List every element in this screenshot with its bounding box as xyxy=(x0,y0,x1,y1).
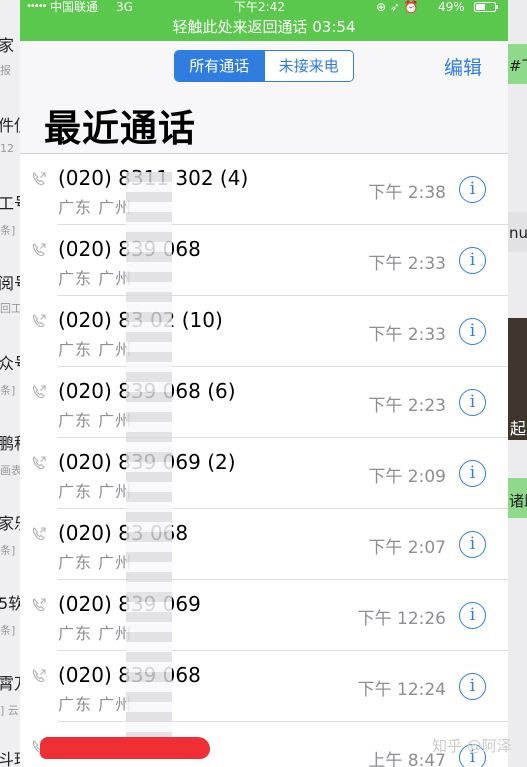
call-filter-segmented-control[interactable]: 所有通话 未接来电 xyxy=(174,50,354,82)
info-circle-icon[interactable]: i xyxy=(459,389,486,416)
call-row[interactable]: (020) 839 068 广东 广州 下午 2:33 i xyxy=(20,225,508,296)
privacy-mosaic xyxy=(126,172,172,747)
call-row[interactable]: (020) 83 068 广东 广州 下午 2:07 i xyxy=(20,509,508,580)
call-time: 下午 12:24 xyxy=(357,680,446,700)
handset-outgoing-icon xyxy=(32,456,46,470)
carrier-name: 中国联通 xyxy=(50,0,99,14)
call-location: 广东 广州 xyxy=(58,198,133,217)
call-time: 下午 2:23 xyxy=(368,396,446,416)
background-chat-right: #下 nua 起 诸邱 xyxy=(508,0,527,767)
bg-fragment: 画表 xyxy=(0,464,20,477)
bg-fragment: 斗玕 xyxy=(0,750,20,767)
network-type: 3G xyxy=(116,0,133,14)
call-row[interactable]: (020) 839 068 (6) 广东 广州 下午 2:23 i xyxy=(20,367,508,438)
battery-percent: 49% xyxy=(438,0,465,14)
info-circle-icon[interactable]: i xyxy=(459,247,486,274)
call-time: 下午 2:07 xyxy=(368,538,446,558)
bg-fragment: 条] xyxy=(0,624,16,637)
call-location: 广东 广州 xyxy=(58,269,133,288)
tab-all-calls[interactable]: 所有通话 xyxy=(175,51,264,81)
status-icons: ⊕ ➶ ⏰ xyxy=(376,0,419,14)
handset-outgoing-icon xyxy=(32,598,46,612)
bg-fragment: 众号 xyxy=(0,354,20,373)
bg-fragment: 5软 xyxy=(0,594,20,613)
info-circle-icon[interactable]: i xyxy=(459,176,486,203)
handset-outgoing-icon xyxy=(32,385,46,399)
bg-fragment: 阅号 xyxy=(0,274,20,293)
call-time: 下午 2:33 xyxy=(368,325,446,345)
handset-outgoing-icon xyxy=(32,243,46,257)
bg-fragment: 条] xyxy=(0,544,16,557)
recent-calls-list[interactable]: (020) 8311 302 (4) 广东 广州 下午 2:38 i (020)… xyxy=(20,154,508,767)
info-circle-icon[interactable]: i xyxy=(459,531,486,558)
watermark: 知乎 @阿泽 xyxy=(432,737,512,755)
bg-fragment: 条] xyxy=(0,224,16,237)
bg-fragment: #下 xyxy=(509,57,527,75)
call-row[interactable]: (020) 8311 302 (4) 广东 广州 下午 2:38 i xyxy=(20,154,508,225)
bg-fragment: nua xyxy=(509,224,527,242)
tab-missed-calls[interactable]: 未接来电 xyxy=(263,51,353,81)
call-location: 广东 广州 xyxy=(58,624,133,643)
call-location: 广东 广州 xyxy=(58,340,133,359)
background-chat-list-left: 家 报 件偵 12 工号 条] 阅号 回工 众号 条] 鹏程 画表 家乐 条] … xyxy=(0,0,20,767)
info-circle-icon[interactable]: i xyxy=(459,673,486,700)
bg-fragment: 条] xyxy=(0,384,16,397)
call-location: 广东 广州 xyxy=(58,482,133,501)
call-row[interactable]: (020) 839 069 广东 广州 下午 12:26 i xyxy=(20,580,508,651)
call-location: 广东 广州 xyxy=(58,553,133,572)
bg-fragment: 报 xyxy=(0,64,11,77)
status-bar: ••••• 中国联通 3G 下午2:42 ⊕ ➶ ⏰ 49% xyxy=(20,0,508,14)
call-time: 下午 12:26 xyxy=(357,609,446,629)
handset-outgoing-icon xyxy=(32,527,46,541)
bg-fragment: 霄万 xyxy=(0,674,20,693)
call-location: 广东 广州 xyxy=(58,695,133,714)
info-circle-icon[interactable]: i xyxy=(459,602,486,629)
redaction-mark xyxy=(40,737,210,759)
status-time: 下午2:42 xyxy=(234,0,285,14)
bg-fragment: 件偵 xyxy=(0,116,20,135)
bg-fragment: 12 xyxy=(0,142,14,155)
call-row[interactable]: (020) 83 02 (10) 广东 广州 下午 2:33 i xyxy=(20,296,508,367)
bg-fragment: 诸邱 xyxy=(509,492,527,510)
edit-button[interactable]: 编辑 xyxy=(444,53,482,80)
handset-outgoing-icon xyxy=(32,172,46,186)
bg-fragment: ] 云 xyxy=(0,704,19,717)
bg-fragment: 回工 xyxy=(0,302,20,315)
bg-fragment: 鹏程 xyxy=(0,434,20,453)
bg-fragment: 家 xyxy=(0,36,15,55)
handset-outgoing-icon xyxy=(32,669,46,683)
bg-fragment: 家乐 xyxy=(0,514,20,533)
return-to-call-banner[interactable]: 轻触此处来返回通话 03:54 xyxy=(20,14,508,41)
call-row[interactable]: (020) 839 068 广东 广州 下午 12:24 i xyxy=(20,651,508,722)
signal-icon: ••••• xyxy=(26,1,47,12)
handset-outgoing-icon xyxy=(32,314,46,328)
call-row[interactable]: (020) 839 069 (2) 广东 广州 下午 2:09 i xyxy=(20,438,508,509)
call-time: 下午 2:09 xyxy=(368,467,446,487)
info-circle-icon[interactable]: i xyxy=(459,318,486,345)
info-circle-icon[interactable]: i xyxy=(459,460,486,487)
battery-icon xyxy=(474,2,498,12)
call-time: 下午 2:33 xyxy=(368,254,446,274)
call-location: 广东 广州 xyxy=(58,411,133,430)
call-time: 下午 2:38 xyxy=(368,183,446,203)
bg-fragment: 起 xyxy=(510,419,527,438)
recents-header: 所有通话 未接来电 编辑 最近通话 xyxy=(20,41,508,154)
bg-fragment: 工号 xyxy=(0,194,20,213)
page-title: 最近通话 xyxy=(44,107,196,150)
